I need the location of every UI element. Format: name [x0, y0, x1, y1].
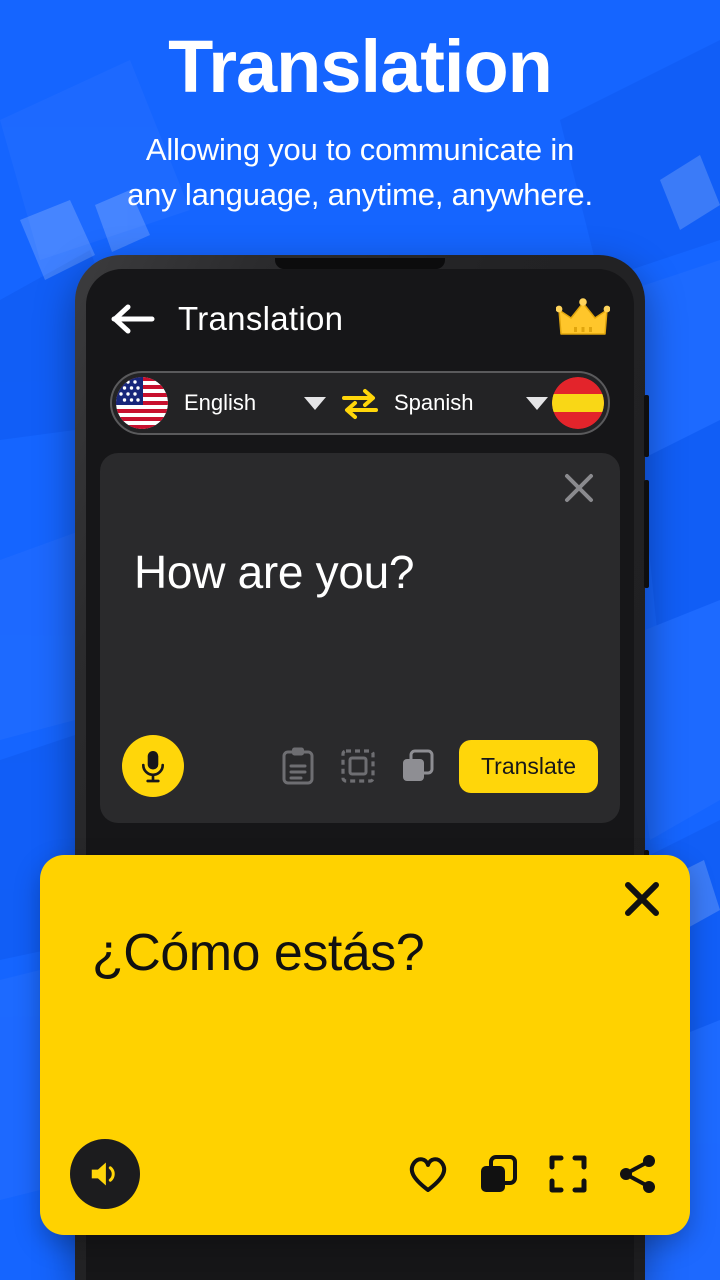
tool-icons-group	[279, 746, 437, 786]
fullscreen-icon[interactable]	[546, 1152, 590, 1196]
crown-icon[interactable]	[555, 298, 611, 340]
source-language-selector[interactable]: English	[116, 377, 330, 429]
source-text-card[interactable]: How are you? Translate	[100, 453, 620, 823]
speaker-icon[interactable]	[70, 1139, 140, 1209]
source-actions-row: Translate	[100, 735, 620, 823]
close-x-icon[interactable]	[560, 469, 598, 507]
promo-subtitle-line-1: Allowing you to communicate in	[145, 132, 575, 167]
translate-button[interactable]: Translate	[458, 739, 598, 793]
scan-select-icon[interactable]	[339, 746, 377, 786]
us-flag-icon	[116, 377, 168, 429]
target-language-selector[interactable]: Spanish	[390, 377, 604, 429]
microphone-icon[interactable]	[122, 735, 184, 797]
caret-down-icon[interactable]	[526, 396, 548, 410]
copy-icon[interactable]	[476, 1152, 520, 1196]
result-actions-row	[40, 1139, 690, 1235]
phone-side-button-volume	[644, 480, 649, 588]
result-icons-group	[406, 1152, 660, 1196]
source-text[interactable]: How are you?	[100, 545, 620, 599]
promo-header: Translation Allowing you to communicate …	[0, 0, 720, 218]
close-x-icon[interactable]	[620, 877, 664, 921]
source-language-label: English	[184, 390, 257, 415]
swap-arrows-icon[interactable]	[338, 386, 382, 420]
clipboard-paste-icon[interactable]	[279, 746, 317, 786]
app-bar-title: Translation	[178, 300, 344, 337]
translation-result-card: ¿Cómo estás?	[40, 855, 690, 1235]
copy-icon[interactable]	[399, 746, 437, 786]
app-bar: Translation	[86, 269, 634, 369]
share-icon[interactable]	[616, 1152, 660, 1196]
page-title: Translation	[168, 25, 553, 108]
promo-subtitle-line-2: any language, anytime, anywhere.	[127, 176, 593, 212]
target-language-label: Spanish	[394, 390, 474, 415]
translation-result-text: ¿Cómo estás?	[92, 924, 425, 982]
promo-subtitle: Allowing you to communicate in any langu…	[0, 128, 720, 218]
heart-icon[interactable]	[406, 1152, 450, 1196]
language-selector[interactable]: English Spanish	[110, 371, 610, 435]
back-arrow-icon[interactable]	[110, 302, 156, 336]
phone-side-button-mute	[644, 395, 649, 457]
caret-down-icon[interactable]	[304, 396, 326, 410]
phone-notch	[275, 258, 445, 269]
spain-flag-icon	[552, 377, 604, 429]
